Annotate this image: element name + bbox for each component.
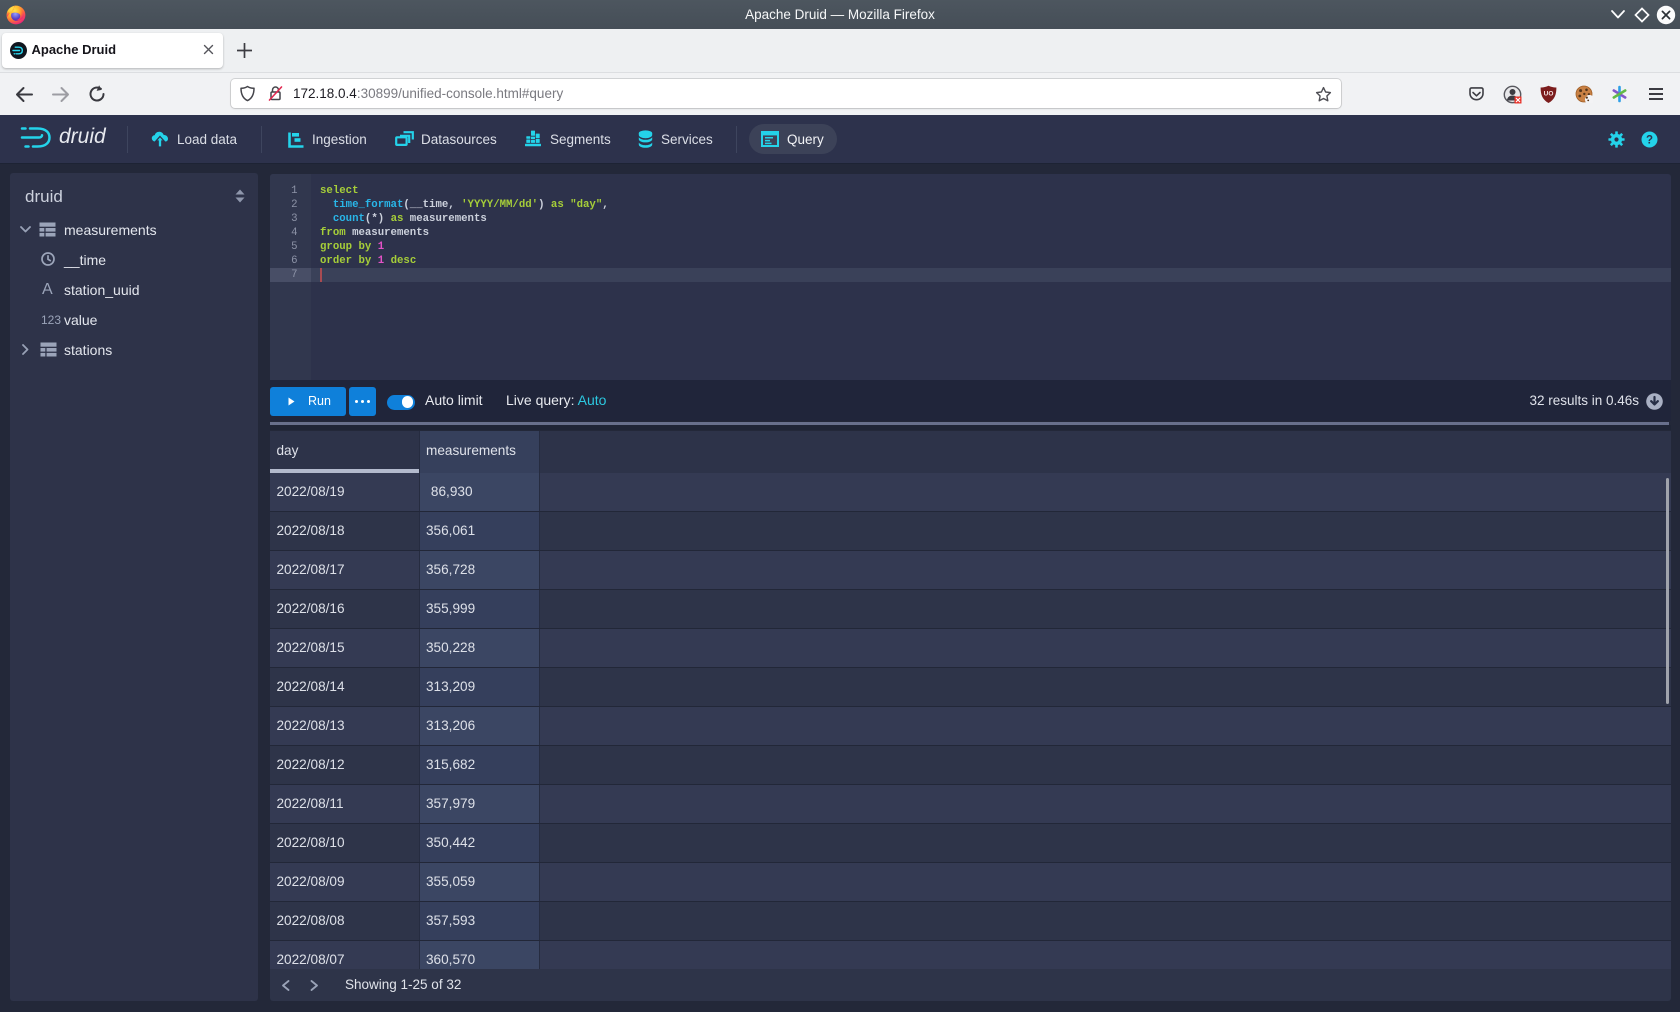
svg-text:UO: UO <box>1544 91 1554 98</box>
svg-text:?: ? <box>1646 135 1653 147</box>
